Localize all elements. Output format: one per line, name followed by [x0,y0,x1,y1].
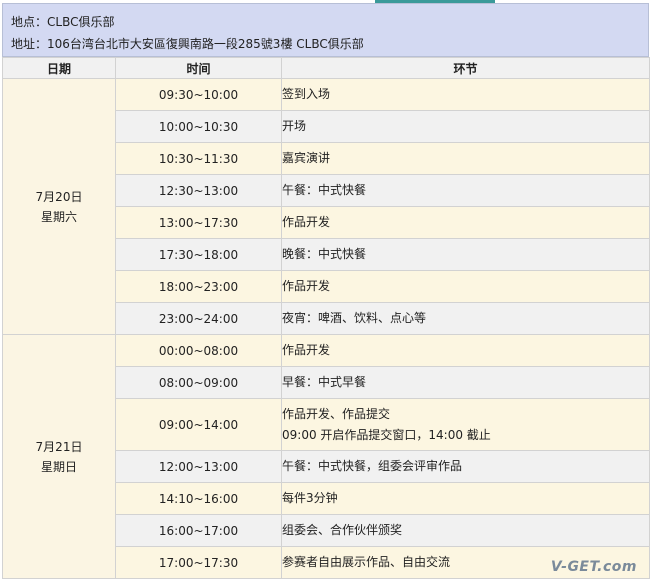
activity-cell: 组委会、合作伙伴颁奖 [281,514,650,547]
activity-text: 午餐：中式快餐，组委会评审作品 [282,459,463,473]
activity-text: 早餐：中式早餐 [282,375,367,389]
activity-text: 晚餐：中式快餐 [282,247,367,261]
time-cell: 09:00~14:00 [115,398,282,451]
activity-text: 作品开发 [282,215,331,229]
watermark-logo: V-GET.com [550,559,637,575]
day-weekday: 星期日 [40,459,77,474]
activity-cell: 午餐：中式快餐 [281,174,650,207]
header-time: 时间 [115,57,282,79]
location-info-box: 地点：CLBC俱乐部 地址：106台湾台北市大安區復興南路一段285號3樓 CL… [2,3,649,57]
activity-cell: 作品开发 [281,206,650,239]
activity-cell: 作品开发 [281,270,650,303]
activity-cell: 夜宵：啤酒、饮料、点心等 [281,302,650,335]
time-cell: 00:00~08:00 [115,334,282,367]
activity-text: 组委会、合作伙伴颁奖 [282,523,403,537]
time-cell: 10:00~10:30 [115,110,282,143]
time-cell: 18:00~23:00 [115,270,282,303]
time-cell: 09:30~10:00 [115,78,282,111]
activity-text: 嘉宾演讲 [282,151,331,165]
header-activity: 环节 [281,57,650,79]
activity-cell: 作品开发 [281,334,650,367]
activity-cell: 午餐：中式快餐，组委会评审作品 [281,450,650,483]
activity-cell: 作品开发、作品提交 09:00 开启作品提交窗口，14:00 截止 [281,398,650,451]
time-cell: 14:10~16:00 [115,482,282,515]
time-cell: 16:00~17:00 [115,514,282,547]
activity-cell: 开场 [281,110,650,143]
schedule-table: 日期 时间 环节 7月20日 星期六 09:30~10:00 签到入场 10:0… [2,57,650,579]
activity-cell: 嘉宾演讲 [281,142,650,175]
activity-text: 夜宵：啤酒、饮料、点心等 [282,311,427,325]
day-cell: 7月21日 星期日 [2,334,116,579]
time-cell: 12:30~13:00 [115,174,282,207]
table-row: 7月20日 星期六 09:30~10:00 签到入场 [2,78,650,335]
day-weekday: 星期六 [40,209,77,224]
table-row: 7月21日 星期日 00:00~08:00 作品开发 [2,334,650,579]
activity-text: 开场 [282,119,307,133]
activity-text: 每件3分钟 [282,491,338,505]
time-cell: 12:00~13:00 [115,450,282,483]
activity-text: 作品开发、作品提交 [282,406,391,421]
day-date: 7月21日 [35,439,83,454]
activity-cell: 每件3分钟 [281,482,650,515]
activity-cell: 晚餐：中式快餐 [281,238,650,271]
activity-note: 09:00 开启作品提交窗口，14:00 截止 [282,427,491,442]
activity-cell: 签到入场 [281,78,650,111]
address-line: 地址：106台湾台北市大安區復興南路一段285號3樓 CLBC俱乐部 [11,37,364,51]
activity-text: 作品开发 [282,343,331,357]
activity-text: 午餐：中式快餐 [282,183,367,197]
time-cell: 17:30~18:00 [115,238,282,271]
time-cell: 08:00~09:00 [115,366,282,399]
day-cell: 7月20日 星期六 [2,78,116,335]
time-cell: 13:00~17:30 [115,206,282,239]
time-cell: 10:30~11:30 [115,142,282,175]
activity-cell: 早餐：中式早餐 [281,366,650,399]
header-date: 日期 [2,57,116,79]
time-cell: 23:00~24:00 [115,302,282,335]
venue-line: 地点：CLBC俱乐部 [11,15,115,29]
activity-text: 作品开发 [282,279,331,293]
activity-text: 签到入场 [282,87,331,101]
time-cell: 17:00~17:30 [115,546,282,579]
day-date: 7月20日 [35,189,83,204]
